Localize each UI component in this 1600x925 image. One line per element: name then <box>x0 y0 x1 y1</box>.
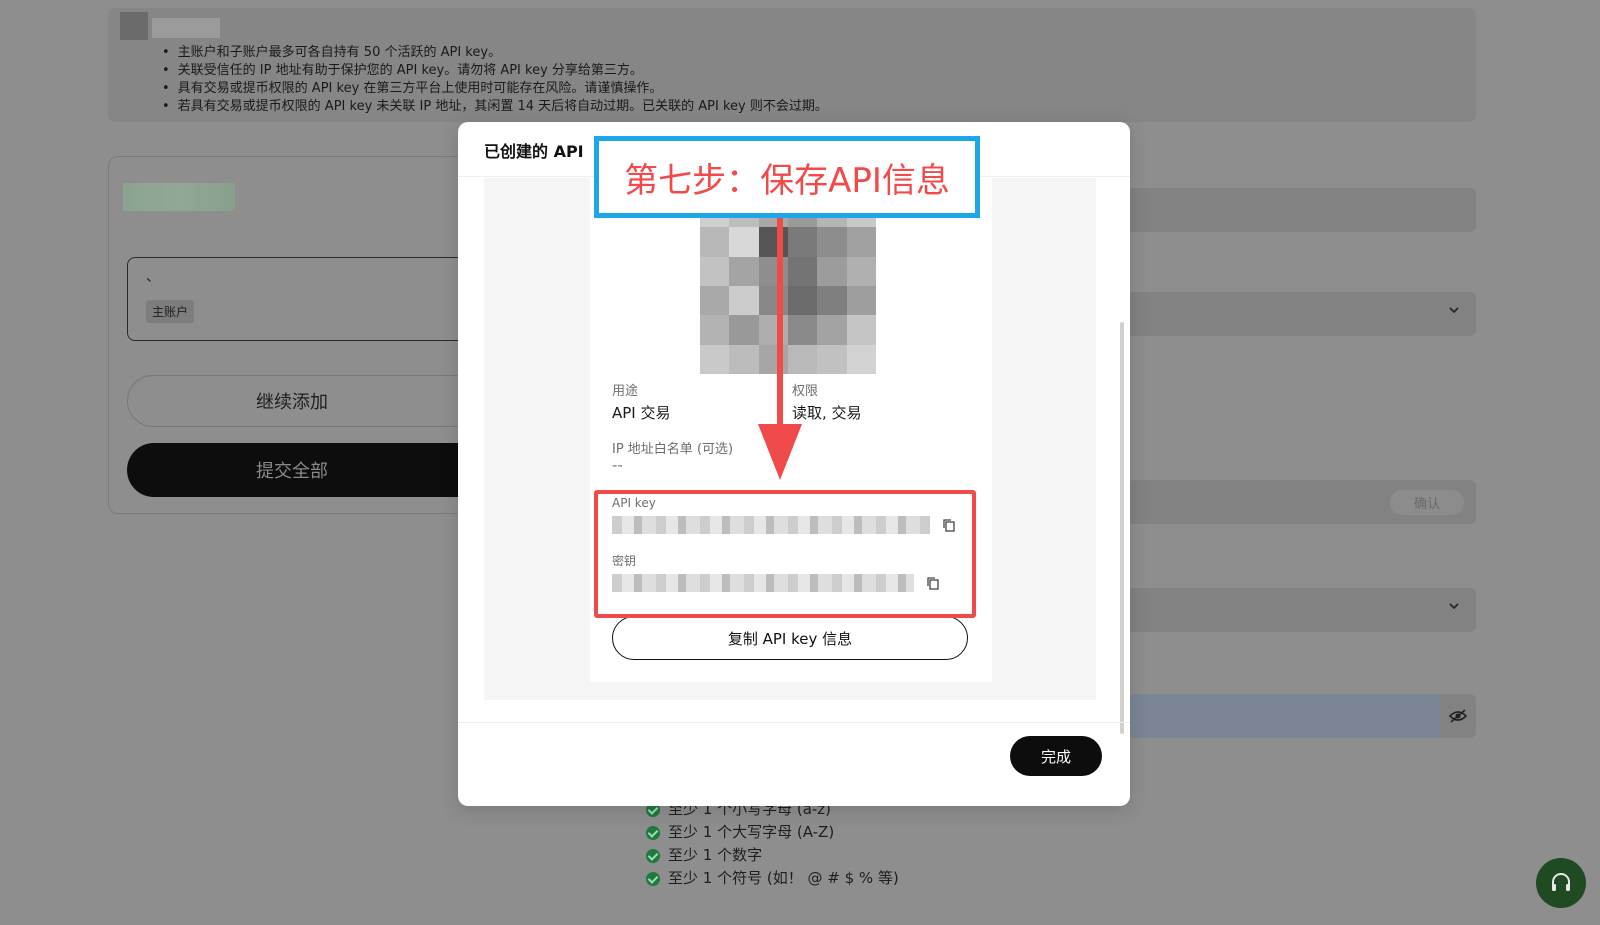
annotation-arrow-icon <box>758 218 802 480</box>
toggle-visibility-button[interactable] <box>1440 694 1476 738</box>
chevron-down-icon <box>1449 307 1459 314</box>
done-button[interactable]: 完成 <box>1010 736 1102 776</box>
copy-api-key-info-button[interactable]: 复制 API key 信息 <box>612 616 968 660</box>
step-annotation-label: 第七步：保存API信息 <box>594 136 980 218</box>
rule-item: 至少 1 个大写字母 (A-Z) <box>646 821 899 844</box>
notice-heading-blurred <box>152 18 220 38</box>
modal-scrollbar[interactable] <box>1120 322 1124 734</box>
account-selector[interactable]: 、 主账户 <box>127 257 487 341</box>
blurred-heading <box>123 183 235 211</box>
rule-item: 至少 1 个符号 (如！ @ # $ % 等) <box>646 867 899 890</box>
support-button[interactable] <box>1536 858 1586 908</box>
headset-icon <box>1552 873 1570 891</box>
permission-select[interactable] <box>1128 588 1476 632</box>
notice-item: 若具有交易或提币权限的 API key 未关联 IP 地址，其闲置 14 天后将… <box>162 98 828 116</box>
account-tag: 主账户 <box>146 300 195 323</box>
check-circle-icon <box>646 825 660 840</box>
divider <box>458 722 1130 723</box>
check-circle-icon <box>646 871 660 886</box>
account-mark: 、 <box>146 269 160 285</box>
account-card: 、 主账户 继续添加 提交全部 <box>108 156 527 514</box>
confirm-button[interactable]: 确认 <box>1389 490 1464 515</box>
ip-whitelist-label: IP 地址白名单 (可选) <box>612 442 734 457</box>
chevron-down-icon <box>1449 603 1459 610</box>
notice-item: 关联受信任的 IP 地址有助于保护您的 API key。请勿将 API key … <box>162 62 828 80</box>
ip-input[interactable]: 确认 <box>1128 480 1476 524</box>
api-key-highlight-box <box>594 490 976 618</box>
eye-off-icon <box>1448 709 1468 723</box>
label-input[interactable] <box>1128 188 1476 232</box>
usage-value: API 交易 <box>612 404 671 422</box>
usage-label: 用途 <box>612 384 639 399</box>
passphrase-input[interactable] <box>1128 694 1440 738</box>
notice-list: 主账户和子账户最多可各自持有 50 个活跃的 API key。 关联受信任的 I… <box>162 44 828 116</box>
api-notice-panel: 主账户和子账户最多可各自持有 50 个活跃的 API key。 关联受信任的 I… <box>108 8 1476 122</box>
rule-item: 至少 1 个数字 <box>646 844 899 867</box>
notice-item: 主账户和子账户最多可各自持有 50 个活跃的 API key。 <box>162 44 828 62</box>
password-rules: 至少 1 个小写字母 (a-z) 至少 1 个大写字母 (A-Z) 至少 1 个… <box>646 798 899 890</box>
notice-item: 具有交易或提币权限的 API key 在第三方平台上使用时可能存在风险。请谨慎操… <box>162 80 828 98</box>
page: 主账户和子账户最多可各自持有 50 个活跃的 API key。 关联受信任的 I… <box>0 0 1600 925</box>
check-circle-icon <box>646 848 660 863</box>
ip-whitelist-value: -- <box>612 456 623 474</box>
modal-title: 已创建的 API <box>484 142 584 161</box>
api-type-select[interactable] <box>1128 292 1476 336</box>
logo-icon <box>120 12 148 40</box>
